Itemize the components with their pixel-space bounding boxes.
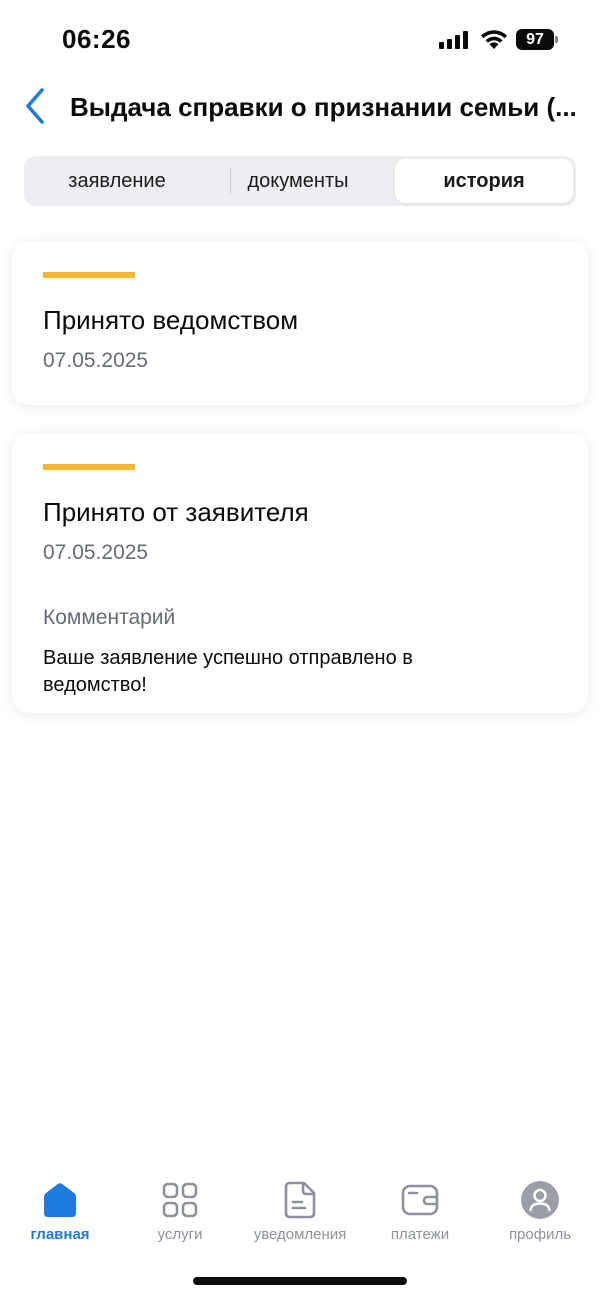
- nav-item-notifications[interactable]: уведомления: [240, 1170, 360, 1250]
- home-indicator: [193, 1277, 407, 1285]
- home-icon: [44, 1183, 76, 1217]
- segmented-tabs: заявление документы история: [24, 156, 576, 206]
- nav-item-payments[interactable]: платежи: [360, 1170, 480, 1250]
- nav-item-services[interactable]: услуги: [120, 1170, 240, 1250]
- document-icon: [284, 1181, 316, 1219]
- back-button[interactable]: [18, 86, 54, 126]
- status-time: 06:26: [62, 24, 131, 54]
- tab-documents[interactable]: документы: [208, 159, 388, 203]
- bottom-nav: главная услуги уведомления платежи профи…: [0, 1170, 600, 1260]
- history-status: Принято ведомством: [43, 305, 299, 335]
- status-accent-bar: [43, 464, 135, 470]
- nav-label: профиль: [508, 1226, 572, 1243]
- nav-label: услуги: [157, 1226, 203, 1243]
- tab-application[interactable]: заявление: [27, 159, 207, 203]
- nav-item-profile[interactable]: профиль: [480, 1170, 600, 1250]
- history-date: 07.05.2025: [43, 349, 149, 372]
- page-title: Выдача справки о признании семьи (...: [70, 92, 577, 122]
- nav-item-home[interactable]: главная: [0, 1170, 120, 1250]
- comment-text: Ваше заявление успешно отправлено в ведо…: [43, 647, 413, 696]
- nav-label: платежи: [390, 1226, 450, 1243]
- comment-label: Комментарий: [43, 606, 176, 629]
- battery-level: 97: [516, 29, 554, 50]
- history-status: Принято от заявителя: [43, 497, 309, 527]
- wallet-icon: [401, 1184, 439, 1216]
- history-card: Принято от заявителя 07.05.2025 Коммента…: [12, 433, 588, 713]
- wifi-icon: [481, 30, 507, 49]
- grid-icon: [162, 1182, 198, 1218]
- status-accent-bar: [43, 272, 135, 278]
- history-card: Принято ведомством 07.05.2025: [12, 241, 588, 405]
- status-bar: 06:26 97: [0, 0, 600, 80]
- cellular-signal-icon: [439, 31, 469, 49]
- chevron-left-icon: [26, 88, 44, 124]
- nav-label: главная: [30, 1226, 90, 1243]
- user-icon: [521, 1181, 559, 1219]
- tab-history[interactable]: история: [395, 159, 573, 203]
- nav-label: уведомления: [253, 1226, 347, 1243]
- history-date: 07.05.2025: [43, 541, 149, 564]
- battery-icon: 97: [516, 29, 558, 50]
